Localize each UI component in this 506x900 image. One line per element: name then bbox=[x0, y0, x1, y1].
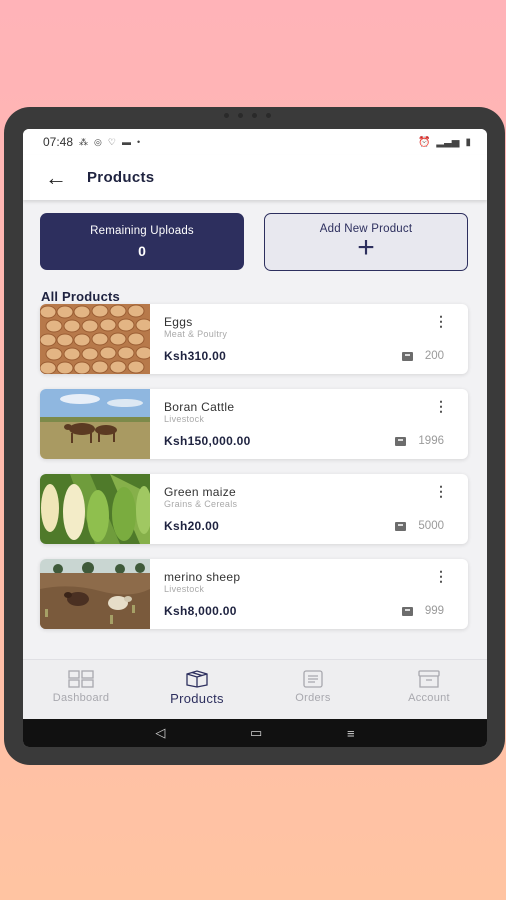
system-recents-icon[interactable]: ≡ bbox=[347, 726, 355, 741]
bottom-navigation: Dashboard Products Orders Account bbox=[23, 659, 487, 719]
product-stock: 1996 bbox=[395, 435, 444, 447]
section-title: All Products bbox=[41, 289, 120, 304]
product-stock-value: 5000 bbox=[418, 520, 444, 532]
system-back-icon[interactable]: ◁ bbox=[155, 725, 165, 741]
product-category: Grains & Cereals bbox=[164, 499, 238, 509]
app-bar: ← Products bbox=[23, 155, 487, 200]
inventory-icon bbox=[401, 351, 413, 361]
nav-label: Products bbox=[170, 691, 224, 706]
product-name: Boran Cattle bbox=[164, 400, 235, 414]
product-name: Green maize bbox=[164, 485, 236, 499]
product-name: merino sheep bbox=[164, 570, 241, 584]
product-price: Ksh310.00 bbox=[164, 349, 227, 363]
shield-icon: ♡ bbox=[107, 136, 116, 147]
more-options-icon[interactable]: ⋮ bbox=[434, 399, 448, 413]
cattle-image bbox=[40, 389, 150, 459]
summary-cards: Remaining Uploads 0 Add New Product + bbox=[40, 213, 468, 271]
product-stock: 200 bbox=[401, 350, 444, 362]
product-stock-value: 1996 bbox=[418, 435, 444, 447]
product-list: Eggs Meat & Poultry Ksh310.00 ⋮ 200 Bora… bbox=[40, 304, 468, 644]
dashboard-icon bbox=[68, 670, 94, 688]
nav-label: Orders bbox=[295, 692, 331, 704]
status-time: 07:48 bbox=[43, 135, 74, 149]
signal-icon: ▂▃▅ bbox=[436, 136, 460, 148]
product-name: Eggs bbox=[164, 315, 193, 329]
product-category: Livestock bbox=[164, 584, 205, 594]
account-icon bbox=[418, 670, 440, 688]
alarm-icon: ◎ bbox=[94, 136, 102, 147]
more-options-icon[interactable]: ⋮ bbox=[434, 569, 448, 583]
notification-icon: ⁂ bbox=[79, 136, 89, 147]
camera-dots bbox=[224, 113, 271, 118]
orders-icon bbox=[303, 670, 323, 688]
product-item-merino-sheep[interactable]: merino sheep Livestock Ksh8,000.00 ⋮ 999 bbox=[40, 559, 468, 629]
product-stock-value: 200 bbox=[424, 350, 444, 362]
inventory-icon bbox=[395, 521, 407, 531]
screen: 07:48 ⁂ ◎ ♡ ▬ • ⏰ ▂▃▅ ▮ ← Products Remai… bbox=[23, 129, 487, 747]
product-price: Ksh8,000.00 bbox=[164, 604, 237, 618]
message-icon: ▬ bbox=[121, 137, 131, 147]
nav-orders[interactable]: Orders bbox=[255, 660, 371, 719]
dot-icon: • bbox=[136, 137, 141, 147]
nav-label: Dashboard bbox=[52, 692, 110, 704]
nav-label: Account bbox=[408, 692, 450, 704]
product-item-eggs[interactable]: Eggs Meat & Poultry Ksh310.00 ⋮ 200 bbox=[40, 304, 468, 374]
product-category: Meat & Poultry bbox=[164, 329, 228, 339]
product-stock: 5000 bbox=[395, 520, 444, 532]
plus-icon: + bbox=[357, 231, 375, 264]
inventory-icon bbox=[395, 436, 407, 446]
sheep-image bbox=[40, 559, 150, 629]
page-title: Products bbox=[87, 169, 155, 186]
add-new-product-button[interactable]: Add New Product + bbox=[264, 213, 468, 271]
product-price: Ksh150,000.00 bbox=[164, 434, 251, 448]
system-navigation-bar: ◁ ▭ ≡ bbox=[23, 719, 487, 747]
more-options-icon[interactable]: ⋮ bbox=[434, 314, 448, 328]
more-options-icon[interactable]: ⋮ bbox=[434, 484, 448, 498]
inventory-icon bbox=[401, 606, 413, 616]
alarm-clock-icon: ⏰ bbox=[417, 136, 431, 148]
nav-account[interactable]: Account bbox=[371, 660, 487, 719]
remaining-uploads-label: Remaining Uploads bbox=[90, 224, 194, 237]
product-category: Livestock bbox=[164, 414, 205, 424]
product-price: Ksh20.00 bbox=[164, 519, 220, 533]
arrow-left-icon[interactable]: ← bbox=[45, 166, 75, 189]
product-item-green-maize[interactable]: Green maize Grains & Cereals Ksh20.00 ⋮ … bbox=[40, 474, 468, 544]
system-home-icon[interactable]: ▭ bbox=[250, 725, 262, 741]
product-stock: 999 bbox=[401, 605, 444, 617]
status-bar: 07:48 ⁂ ◎ ♡ ▬ • ⏰ ▂▃▅ ▮ bbox=[23, 129, 487, 155]
product-stock-value: 999 bbox=[424, 605, 444, 617]
box-icon bbox=[186, 670, 208, 688]
tablet-frame: 07:48 ⁂ ◎ ♡ ▬ • ⏰ ▂▃▅ ▮ ← Products Remai… bbox=[4, 107, 505, 765]
remaining-uploads-card: Remaining Uploads 0 bbox=[40, 213, 244, 270]
nav-dashboard[interactable]: Dashboard bbox=[23, 660, 139, 719]
nav-products[interactable]: Products bbox=[139, 660, 255, 719]
eggs-image bbox=[40, 304, 150, 374]
remaining-uploads-value: 0 bbox=[138, 242, 146, 259]
maize-image bbox=[40, 474, 150, 544]
product-item-boran-cattle[interactable]: Boran Cattle Livestock Ksh150,000.00 ⋮ 1… bbox=[40, 389, 468, 459]
battery-icon: ▮ bbox=[465, 136, 471, 148]
